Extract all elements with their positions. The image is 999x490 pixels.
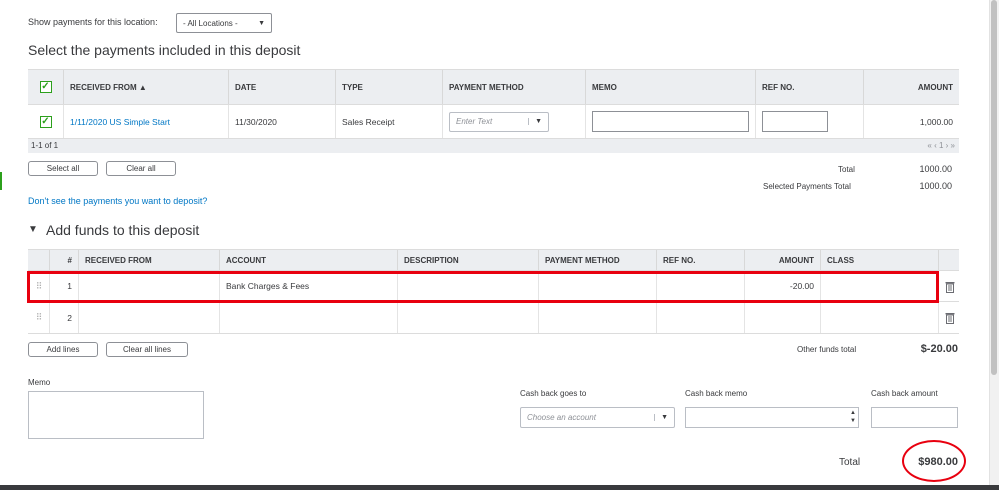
col-ref-no: REF NO. — [657, 250, 745, 270]
cash-back-account-placeholder: Choose an account — [527, 413, 596, 422]
scrollbar-thumb[interactable] — [991, 0, 997, 375]
highlight-box — [27, 271, 939, 303]
location-filter-select[interactable]: - All Locations - ▼ — [176, 13, 272, 33]
cash-back-memo-input[interactable]: ▲ ▼ — [685, 407, 859, 428]
col-amount: AMOUNT — [745, 250, 821, 270]
other-funds-total-label: Other funds total — [797, 345, 857, 354]
cash-back-amount-input[interactable] — [871, 407, 958, 428]
add-lines-button[interactable]: Add lines — [28, 342, 98, 357]
location-filter-label: Show payments for this location: — [28, 17, 158, 27]
col-date[interactable]: DATE — [229, 70, 336, 104]
row-amount: 1,000.00 — [919, 116, 953, 127]
col-amount[interactable]: AMOUNT — [864, 70, 959, 104]
row-amount[interactable] — [745, 302, 821, 333]
payments-table: ✓ RECEIVED FROM ▲ DATE TYPE PAYMENT METH… — [28, 69, 959, 139]
table-row[interactable]: ✓ 1/11/2020 US Simple Start 11/30/2020 S… — [28, 105, 959, 139]
missing-payments-link[interactable]: Don't see the payments you want to depos… — [28, 196, 207, 206]
funds-table-header: # RECEIVED FROM ACCOUNT DESCRIPTION PAYM… — [28, 249, 959, 271]
row-description[interactable] — [398, 302, 539, 333]
col-class: CLASS — [821, 250, 939, 270]
col-description: DESCRIPTION — [398, 250, 539, 270]
col-ref-no[interactable]: REF NO. — [756, 70, 864, 104]
col-handle — [28, 250, 50, 270]
col-received-from: RECEIVED FROM — [79, 250, 220, 270]
selected-total-label: Selected Payments Total — [763, 182, 851, 191]
row-ref-no[interactable] — [657, 302, 745, 333]
payments-section-title: Select the payments included in this dep… — [28, 42, 301, 58]
row-account[interactable] — [220, 302, 398, 333]
payment-method-select[interactable]: Enter Text ▼ — [449, 111, 549, 132]
chevron-down-icon: ▼ — [528, 118, 542, 125]
grand-total-label: Total — [839, 457, 861, 468]
row-received-from[interactable] — [79, 302, 220, 333]
clear-all-button[interactable]: Clear all — [106, 161, 176, 176]
pagination-controls[interactable]: « ‹ 1 › » — [927, 141, 955, 150]
row-date: 11/30/2020 — [229, 105, 336, 138]
total-value: 1000.00 — [919, 164, 952, 174]
trash-icon[interactable] — [945, 281, 955, 295]
cash-back-memo-label: Cash back memo — [685, 389, 748, 398]
row-received-from-link[interactable]: 1/11/2020 US Simple Start — [64, 105, 229, 138]
memo-textarea[interactable] — [28, 391, 204, 439]
row-memo-input[interactable] — [592, 111, 749, 132]
accent-edge — [0, 172, 2, 190]
row-memo-cell — [586, 105, 756, 138]
bottom-bar — [0, 485, 999, 490]
trash-icon[interactable] — [945, 312, 955, 326]
select-all-checkbox-cell: ✓ — [28, 70, 64, 104]
col-type[interactable]: TYPE — [336, 70, 443, 104]
other-funds-total-value: $-20.00 — [920, 343, 958, 355]
col-account: ACCOUNT — [220, 250, 398, 270]
col-received-from[interactable]: RECEIVED FROM ▲ — [64, 70, 229, 104]
row-payment-method-cell: Enter Text ▼ — [443, 105, 586, 138]
row-class[interactable] — [821, 302, 939, 333]
row-payment-method[interactable] — [539, 302, 657, 333]
chevron-down-icon: ▼ — [258, 19, 265, 27]
chevron-down-icon: ▼ — [654, 414, 668, 421]
funds-section-toggle-icon[interactable]: ▼ — [28, 224, 38, 235]
row-ref-no-input[interactable] — [762, 111, 828, 132]
clear-all-lines-button[interactable]: Clear all lines — [106, 342, 188, 357]
col-number: # — [50, 250, 79, 270]
payment-method-placeholder: Enter Text — [456, 117, 493, 126]
drag-handle-icon[interactable]: ⠿ — [28, 302, 50, 333]
highlight-oval — [902, 440, 966, 482]
cash-back-goes-to-label: Cash back goes to — [520, 389, 587, 398]
row-number: 2 — [50, 302, 79, 333]
row-type: Sales Receipt — [336, 105, 443, 138]
selected-total-value: 1000.00 — [919, 181, 952, 191]
row-checkbox-cell: ✓ — [28, 105, 64, 138]
cash-back-amount-label: Cash back amount — [871, 389, 938, 398]
funds-section-title: Add funds to this deposit — [46, 222, 200, 238]
row-ref-no-cell — [756, 105, 864, 138]
pagination-range: 1-1 of 1 — [31, 141, 59, 150]
memo-label: Memo — [28, 378, 51, 387]
select-all-checkbox[interactable]: ✓ — [39, 81, 52, 93]
table-row[interactable]: ⠿ 2 — [28, 302, 959, 334]
col-payment-method: PAYMENT METHOD — [539, 250, 657, 270]
payments-table-header: ✓ RECEIVED FROM ▲ DATE TYPE PAYMENT METH… — [28, 69, 959, 105]
total-label: Total — [838, 165, 855, 174]
spinner-icon[interactable]: ▲ ▼ — [850, 409, 856, 425]
cash-back-account-select[interactable]: Choose an account ▼ — [520, 407, 675, 428]
col-memo[interactable]: MEMO — [586, 70, 756, 104]
row-checkbox[interactable]: ✓ — [39, 115, 52, 128]
select-all-button[interactable]: Select all — [28, 161, 98, 176]
col-payment-method[interactable]: PAYMENT METHOD — [443, 70, 586, 104]
location-filter-value: - All Locations - — [183, 18, 238, 28]
pagination-bar: 1-1 of 1 « ‹ 1 › » — [28, 139, 959, 153]
